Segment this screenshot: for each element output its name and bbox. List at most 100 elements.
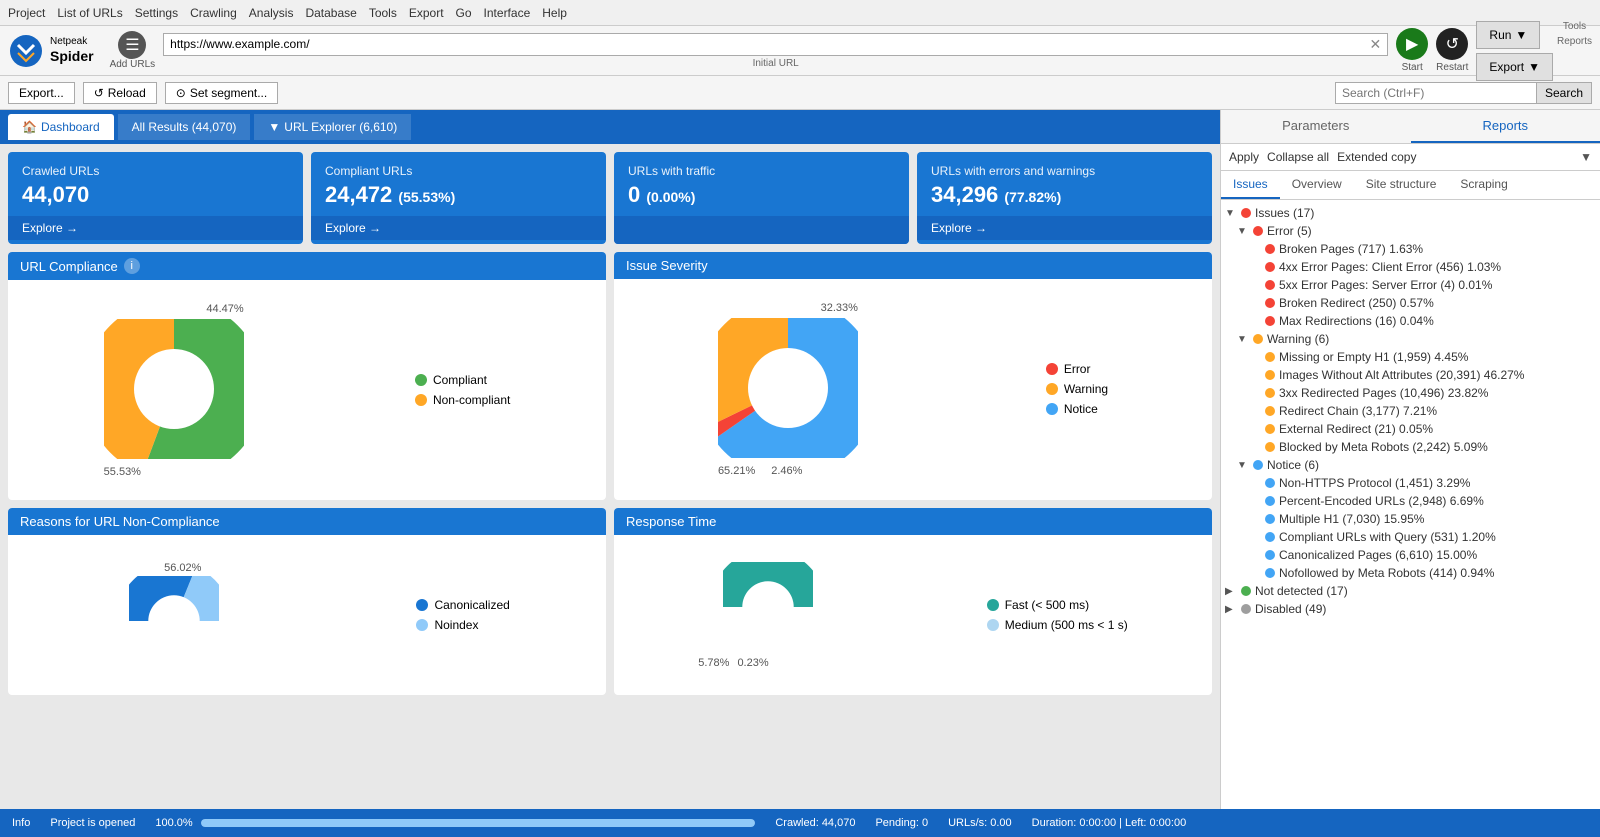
right-panel: Parameters Reports Apply Collapse all Ex… bbox=[1220, 110, 1600, 809]
menu-crawling[interactable]: Crawling bbox=[190, 6, 237, 20]
tree-item[interactable]: Broken Redirect (250) 0.57% bbox=[1221, 294, 1600, 312]
tree-item[interactable]: 3xx Redirected Pages (10,496) 23.82% bbox=[1221, 384, 1600, 402]
issue-tab-scraping[interactable]: Scraping bbox=[1448, 171, 1519, 199]
tree-item[interactable]: Broken Pages (717) 1.63% bbox=[1221, 240, 1600, 258]
start-button[interactable]: ▶ Start bbox=[1396, 28, 1428, 73]
start-icon: ▶ bbox=[1396, 28, 1428, 60]
menu-database[interactable]: Database bbox=[305, 6, 356, 20]
tree-item[interactable]: ▶ Not detected (17) bbox=[1221, 582, 1600, 600]
reload-btn[interactable]: ↺ Reload bbox=[83, 82, 157, 104]
issue-tab-issues[interactable]: Issues bbox=[1221, 171, 1280, 199]
canonicalized-dot bbox=[416, 599, 428, 611]
tab-all-results[interactable]: All Results (44,070) bbox=[118, 114, 251, 140]
tree-item[interactable]: ▼ Warning (6) bbox=[1221, 330, 1600, 348]
tree-label: Images Without Alt Attributes (20,391) 4… bbox=[1279, 368, 1596, 382]
chevron-down-icon[interactable]: ▼ bbox=[1580, 150, 1592, 164]
tree-item[interactable]: Blocked by Meta Robots (2,242) 5.09% bbox=[1221, 438, 1600, 456]
tree-item[interactable]: ▼ Error (5) bbox=[1221, 222, 1600, 240]
tree-item[interactable]: ▼ Issues (17) bbox=[1221, 204, 1600, 222]
export-btn[interactable]: Export... bbox=[8, 82, 75, 104]
restart-button[interactable]: ↺ Restart bbox=[1436, 28, 1468, 73]
progress-bar-outer bbox=[201, 819, 756, 827]
tree-item[interactable]: 5xx Error Pages: Server Error (4) 0.01% bbox=[1221, 276, 1600, 294]
tree-label: Nofollowed by Meta Robots (414) 0.94% bbox=[1279, 566, 1596, 580]
tree-label: Broken Redirect (250) 0.57% bbox=[1279, 296, 1596, 310]
url-compliance-pie: 44.47% 55.53% bbox=[104, 303, 244, 478]
tree-item[interactable]: Multiple H1 (7,030) 15.95% bbox=[1221, 510, 1600, 528]
non-compliance-chart: Reasons for URL Non-Compliance 56.02% bbox=[8, 508, 606, 695]
tree-item[interactable]: Nofollowed by Meta Robots (414) 0.94% bbox=[1221, 564, 1600, 582]
url-compliance-legend: Compliant Non-compliant bbox=[415, 373, 510, 407]
tree-arrow-icon: ▼ bbox=[1225, 208, 1237, 219]
tree-item[interactable]: Percent-Encoded URLs (2,948) 6.69% bbox=[1221, 492, 1600, 510]
tree-item[interactable]: Non-HTTPS Protocol (1,451) 3.29% bbox=[1221, 474, 1600, 492]
extended-copy-action[interactable]: Extended copy bbox=[1337, 150, 1416, 164]
tree-item[interactable]: 4xx Error Pages: Client Error (456) 1.03… bbox=[1221, 258, 1600, 276]
right-panel-actions: Apply Collapse all Extended copy ▼ bbox=[1221, 144, 1600, 171]
search-input[interactable] bbox=[1336, 83, 1536, 103]
menu-tools[interactable]: Tools bbox=[369, 6, 397, 20]
stat-urls-traffic: URLs with traffic 0 (0.00%) bbox=[614, 152, 909, 244]
menu-list-of-urls[interactable]: List of URLs bbox=[57, 6, 122, 20]
info-icon: i bbox=[124, 258, 140, 274]
run-export-group: Run ▼ Export ▼ Tools Reports bbox=[1476, 21, 1592, 81]
issue-severity-svg bbox=[718, 318, 858, 458]
tree-label: 4xx Error Pages: Client Error (456) 1.03… bbox=[1279, 260, 1596, 274]
tree-item[interactable]: External Redirect (21) 0.05% bbox=[1221, 420, 1600, 438]
tree-item[interactable]: Max Redirections (16) 0.04% bbox=[1221, 312, 1600, 330]
menu-analysis[interactable]: Analysis bbox=[249, 6, 294, 20]
progress-pct: 100.0% bbox=[155, 817, 192, 829]
tab-url-explorer[interactable]: ▼ URL Explorer (6,610) bbox=[254, 114, 411, 140]
collapse-all-action[interactable]: Collapse all bbox=[1267, 150, 1329, 164]
explore-errors-btn[interactable]: Explore → bbox=[917, 216, 1212, 240]
fast-dot bbox=[987, 599, 999, 611]
tab-parameters[interactable]: Parameters bbox=[1221, 110, 1411, 143]
progress-bar-inner bbox=[201, 819, 756, 827]
segment-btn[interactable]: ⊙ Set segment... bbox=[165, 82, 278, 104]
explore-compliant-btn[interactable]: Explore → bbox=[311, 216, 606, 240]
response-time-legend: Fast (< 500 ms) Medium (500 ms < 1 s) bbox=[987, 598, 1128, 632]
url-clear-button[interactable]: ✕ bbox=[1369, 36, 1381, 53]
export-button[interactable]: Export ▼ bbox=[1476, 53, 1553, 81]
logo: Netpeak Spider bbox=[8, 33, 94, 69]
tree-dot bbox=[1265, 298, 1275, 308]
menu-export[interactable]: Export bbox=[409, 6, 444, 20]
add-urls-button[interactable]: ☰ Add URLs bbox=[110, 31, 156, 70]
menu-interface[interactable]: Interface bbox=[484, 6, 531, 20]
logo-icon bbox=[8, 33, 44, 69]
tree-label: Disabled (49) bbox=[1255, 602, 1596, 616]
url-compliance-svg bbox=[104, 319, 244, 459]
non-compliance-pie: 56.02% bbox=[104, 562, 244, 669]
tab-reports[interactable]: Reports bbox=[1411, 110, 1600, 143]
run-button[interactable]: Run ▼ bbox=[1476, 21, 1540, 49]
tree-dot bbox=[1265, 550, 1275, 560]
tab-dashboard[interactable]: 🏠 Dashboard bbox=[8, 114, 114, 140]
duration-status: Duration: 0:00:00 | Left: 0:00:00 bbox=[1032, 817, 1187, 829]
tree-label: External Redirect (21) 0.05% bbox=[1279, 422, 1596, 436]
tree-item[interactable]: Redirect Chain (3,177) 7.21% bbox=[1221, 402, 1600, 420]
tree-item[interactable]: Images Without Alt Attributes (20,391) 4… bbox=[1221, 366, 1600, 384]
menu-project[interactable]: Project bbox=[8, 6, 45, 20]
tree-item[interactable]: ▼ Notice (6) bbox=[1221, 456, 1600, 474]
url-bar: ✕ Initial URL bbox=[163, 33, 1388, 69]
status-info: Info bbox=[12, 817, 30, 829]
tree-dot bbox=[1265, 496, 1275, 506]
menu-help[interactable]: Help bbox=[542, 6, 567, 20]
issue-tab-overview[interactable]: Overview bbox=[1280, 171, 1354, 199]
tree-item[interactable]: Compliant URLs with Query (531) 1.20% bbox=[1221, 528, 1600, 546]
tree-dot bbox=[1265, 388, 1275, 398]
tree-item[interactable]: ▶ Disabled (49) bbox=[1221, 600, 1600, 618]
non-compliant-dot bbox=[415, 394, 427, 406]
tree-item[interactable]: Canonicalized Pages (6,610) 15.00% bbox=[1221, 546, 1600, 564]
explore-crawled-btn[interactable]: Explore → bbox=[8, 216, 303, 240]
menu-go[interactable]: Go bbox=[456, 6, 472, 20]
tree-item[interactable]: Missing or Empty H1 (1,959) 4.45% bbox=[1221, 348, 1600, 366]
add-urls-label: Add URLs bbox=[110, 59, 156, 70]
segment-icon: ⊙ bbox=[176, 86, 186, 100]
issue-tab-site-structure[interactable]: Site structure bbox=[1354, 171, 1449, 199]
menu-settings[interactable]: Settings bbox=[135, 6, 178, 20]
url-input[interactable] bbox=[170, 37, 1369, 51]
search-button[interactable]: Search bbox=[1536, 83, 1591, 103]
apply-action[interactable]: Apply bbox=[1229, 150, 1259, 164]
stats-row: Crawled URLs 44,070 Explore → Compliant … bbox=[0, 144, 1220, 252]
